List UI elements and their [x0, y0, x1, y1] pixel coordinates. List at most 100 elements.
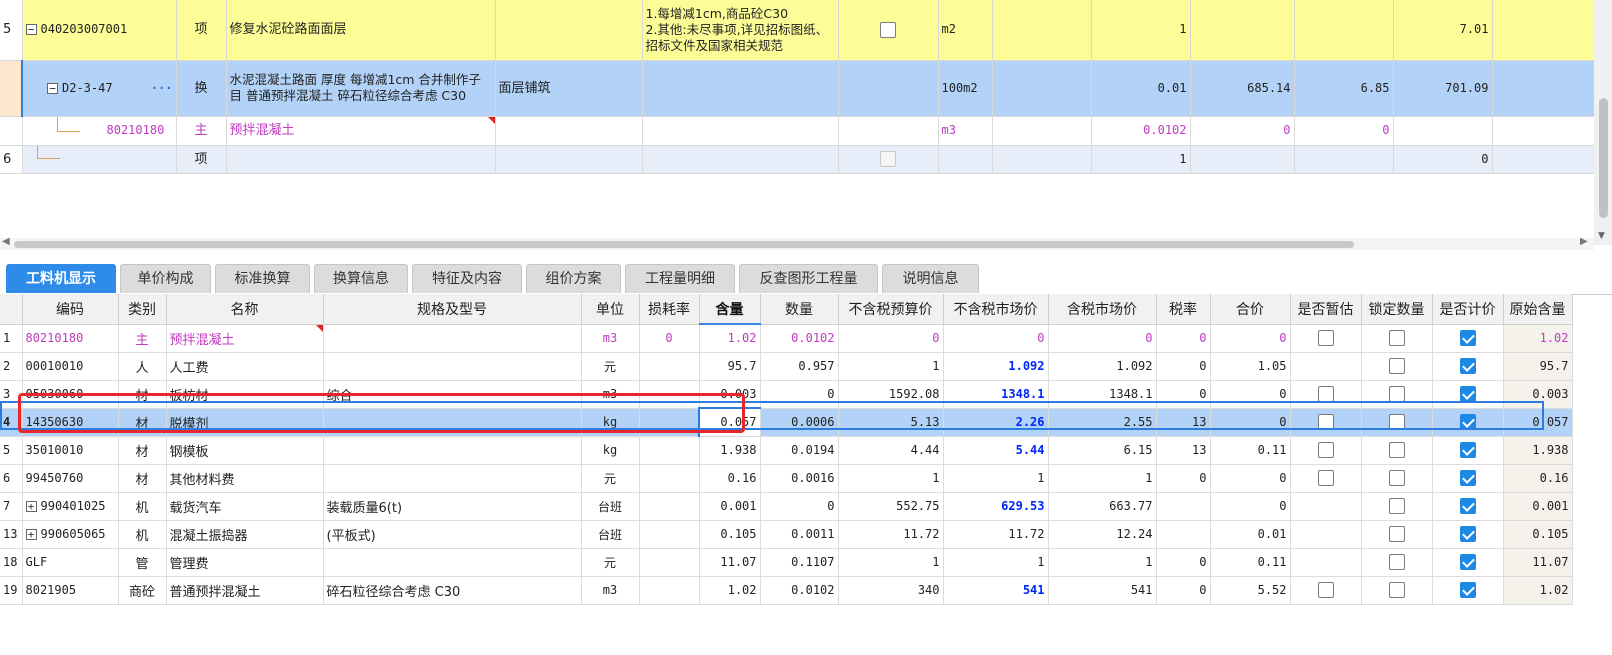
chargeable-checkbox[interactable]: [1459, 414, 1476, 430]
table-row[interactable]: 3 05030060 材板枋材 综合 m3 0.003 0 1592.08 1348.1 1348…: [0, 380, 1573, 409]
col-code[interactable]: 编码: [22, 294, 119, 325]
chargeable-checkbox[interactable]: [1459, 470, 1476, 486]
horizontal-scrollbar[interactable]: ◀ ▶: [0, 236, 1594, 250]
material-code-cell[interactable]: 80210180: [22, 116, 177, 146]
vertical-scrollbar[interactable]: ▼: [1594, 0, 1612, 245]
col-tax-rate[interactable]: 税率: [1156, 294, 1211, 325]
resource-content[interactable]: 0.105: [699, 520, 761, 549]
expand-icon[interactable]: +: [25, 501, 37, 512]
resource-market-price[interactable]: 1: [943, 548, 1049, 577]
resource-spec[interactable]: 碎石粒径综合考虑 C30: [323, 576, 582, 605]
resource-loss-rate[interactable]: [639, 380, 700, 409]
resource-quantity[interactable]: 0.0194: [760, 436, 839, 465]
resource-market-price-tax[interactable]: 2.55: [1048, 408, 1157, 437]
resource-quantity[interactable]: 0.957: [760, 352, 839, 381]
vertical-scroll-thumb[interactable]: [1599, 98, 1608, 218]
table-row[interactable]: 7 +990401025 机载货汽车 装载质量6(t) 台班 0.001 0 552.75 62…: [0, 492, 1573, 521]
resource-content[interactable]: 0.16: [699, 464, 761, 493]
resource-market-price[interactable]: 11.72: [943, 520, 1049, 549]
resource-loss-rate[interactable]: [639, 352, 700, 381]
resource-quantity[interactable]: 0.1107: [760, 548, 839, 577]
resource-market-price-tax[interactable]: 1348.1: [1048, 380, 1157, 409]
resource-quantity[interactable]: 0.0006: [760, 408, 839, 437]
item-row-5[interactable]: 5 −040203007001 项 修复水泥砼路面面层 1.每增减1cm,商品砼…: [0, 0, 1595, 61]
resource-market-price-tax[interactable]: 0: [1048, 324, 1157, 353]
table-row[interactable]: 2 00010010 人人工费元 95.7 0.957 1 1.092 1.092 0 1.05 9…: [0, 352, 1573, 381]
resource-tax-rate[interactable]: [1156, 492, 1211, 521]
col-loss-rate[interactable]: 损耗率: [639, 294, 700, 325]
material-row[interactable]: 80210180 主 预拌混凝土 m3 0.0102 0 0: [0, 116, 1595, 146]
resource-name[interactable]: 脱模剂: [166, 408, 324, 437]
resource-loss-rate[interactable]: [639, 492, 700, 521]
provisional-checkbox[interactable]: [1317, 330, 1334, 346]
resource-code[interactable]: 8021905: [22, 576, 119, 605]
table-row[interactable]: 5 35010010 材钢模板 kg 1.938 0.0194 4.44 5.44 6.15 13…: [0, 436, 1573, 465]
col-chargeable[interactable]: 是否计价: [1432, 294, 1504, 325]
lock-qty-checkbox[interactable]: [1388, 526, 1405, 542]
col-total[interactable]: 合价: [1210, 294, 1291, 325]
resource-market-price[interactable]: 1348.1: [943, 380, 1049, 409]
lock-qty-checkbox[interactable]: [1388, 498, 1405, 514]
resource-tax-rate[interactable]: 0: [1156, 380, 1211, 409]
col-lock-qty[interactable]: 锁定数量: [1361, 294, 1433, 325]
resource-code[interactable]: 99450760: [22, 464, 119, 493]
provisional-checkbox[interactable]: [1317, 470, 1334, 486]
resource-market-price[interactable]: 1: [943, 464, 1049, 493]
resource-tax-rate[interactable]: 0: [1156, 576, 1211, 605]
collapse-icon[interactable]: −: [47, 82, 58, 94]
col-original-content[interactable]: 原始含量: [1503, 294, 1573, 325]
more-button[interactable]: ···: [151, 81, 173, 96]
lock-qty-checkbox[interactable]: [1388, 582, 1405, 598]
lock-qty-checkbox[interactable]: [1388, 330, 1405, 346]
resource-market-price[interactable]: 5.44: [943, 436, 1049, 465]
scroll-left-icon[interactable]: ◀: [2, 236, 10, 247]
resource-name[interactable]: 其他材料费: [166, 464, 324, 493]
tab-quantity-detail[interactable]: 工程量明细: [625, 264, 735, 293]
table-row[interactable]: 4 14350630 材脱模剂 kg 0.057 0.0006 5.13 2.26 2.55 13…: [0, 407, 1573, 437]
resource-content[interactable]: 11.07: [699, 548, 761, 577]
resource-tax-rate[interactable]: 13: [1156, 408, 1211, 437]
resource-content[interactable]: 0.003: [699, 380, 761, 409]
chargeable-checkbox[interactable]: [1459, 498, 1476, 514]
chargeable-checkbox[interactable]: [1459, 330, 1476, 346]
resource-spec[interactable]: [323, 408, 582, 437]
resource-name[interactable]: 板枋材: [166, 380, 324, 409]
resource-code[interactable]: 05030060: [22, 380, 119, 409]
resource-spec[interactable]: 装载质量6(t): [323, 492, 582, 521]
table-row[interactable]: 1 80210180 主预拌混凝土 m3 0 1.02 0.0102 0 0 0 0 0 1.02: [0, 324, 1573, 353]
resource-spec[interactable]: [323, 464, 582, 493]
lock-qty-checkbox[interactable]: [1388, 414, 1405, 430]
provisional-checkbox[interactable]: [1317, 414, 1334, 430]
chargeable-checkbox[interactable]: [1459, 582, 1476, 598]
tab-notes[interactable]: 说明信息: [882, 264, 979, 293]
provisional-checkbox[interactable]: [1317, 582, 1334, 598]
tab-labor-material-machine[interactable]: 工料机显示: [6, 264, 116, 293]
chargeable-checkbox[interactable]: [1459, 386, 1476, 402]
resource-spec[interactable]: [323, 352, 582, 381]
resource-content[interactable]: 1.02: [699, 576, 761, 605]
collapse-icon[interactable]: −: [25, 24, 37, 36]
resource-loss-rate[interactable]: [639, 408, 700, 437]
col-market-price[interactable]: 不含税市场价: [943, 294, 1049, 325]
tab-features[interactable]: 特征及内容: [412, 264, 522, 293]
estimate-checkbox-cell[interactable]: [838, 0, 939, 61]
resource-code[interactable]: 35010010: [22, 436, 119, 465]
provisional-checkbox[interactable]: [1317, 442, 1334, 458]
resource-name[interactable]: 预拌混凝土: [166, 324, 324, 353]
resource-spec[interactable]: (平板式): [323, 520, 582, 549]
resource-code[interactable]: 14350630: [22, 408, 119, 437]
resource-name[interactable]: 混凝土振捣器: [166, 520, 324, 549]
quota-code-cell[interactable]: − D2-3-47 ···: [21, 60, 177, 117]
resource-quantity[interactable]: 0: [760, 492, 839, 521]
provisional-checkbox[interactable]: [1317, 386, 1334, 402]
lock-qty-checkbox[interactable]: [1388, 554, 1405, 570]
table-row[interactable]: 13 +990605065 机混凝土振捣器 (平板式) 台班 0.105 0.0011 11.…: [0, 520, 1573, 549]
resource-quantity[interactable]: 0.0016: [760, 464, 839, 493]
tab-standard-conversion[interactable]: 标准换算: [215, 264, 310, 293]
col-content[interactable]: 含量: [699, 294, 761, 325]
resource-market-price-tax[interactable]: 541: [1048, 576, 1157, 605]
resource-quantity[interactable]: 0.0011: [760, 520, 839, 549]
col-name[interactable]: 名称: [166, 294, 324, 325]
resource-market-price-tax[interactable]: 1: [1048, 464, 1157, 493]
resource-tax-rate[interactable]: 0: [1156, 352, 1211, 381]
